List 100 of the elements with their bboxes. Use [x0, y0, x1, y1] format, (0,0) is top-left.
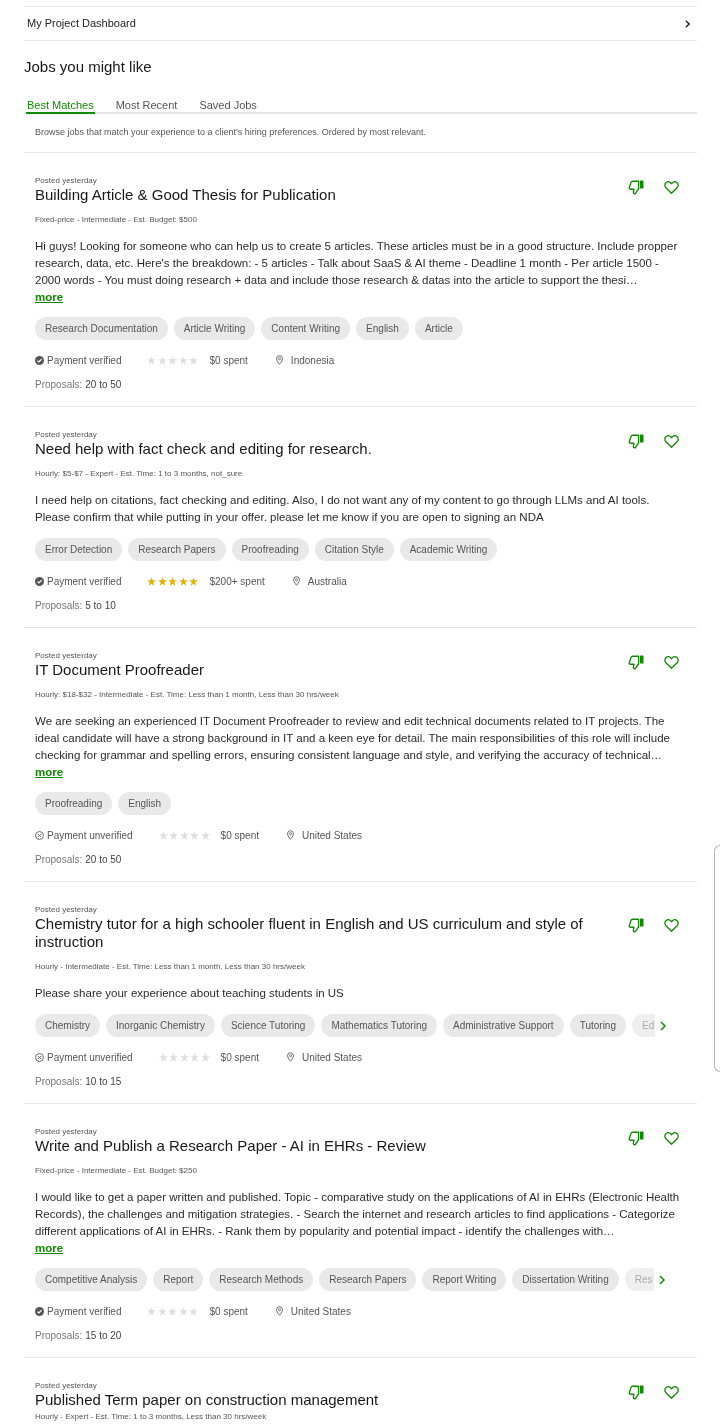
thumbs-down-icon [628, 1130, 644, 1146]
job-details: Fixed-price - Intermediate - Est. Budget: $500 [35, 215, 198, 225]
star-icon [190, 1052, 200, 1062]
posted-time: Posted yesterday [35, 176, 98, 186]
skill-tag[interactable]: Content Writing [261, 317, 351, 340]
job-description: I need help on citations, fact checking and editing. Also, I do not want any of my content to go through LLMs and AI tools. Please confirm that while putting in your offer. please let me know if you are open to signing an NDA [35, 493, 651, 525]
payment-status: Payment verified [47, 574, 122, 589]
skill-tag[interactable]: English [356, 317, 409, 340]
thumbs-down-icon [628, 917, 644, 933]
heart-icon [663, 180, 679, 194]
payment-status: Payment unverified [47, 828, 133, 843]
job-title[interactable]: Need help with fact check and editing for research. [35, 440, 613, 458]
star-icon [189, 576, 199, 586]
more-link[interactable]: more [35, 291, 64, 303]
proposals-label: Proposals: [35, 1075, 83, 1089]
amount-spent: $0 spent [220, 828, 259, 843]
heart-icon [663, 1385, 679, 1399]
skill-tag[interactable]: Chemistry [35, 1014, 100, 1037]
skill-tag[interactable]: Proofreading [35, 792, 113, 815]
skill-tag[interactable]: Inorganic Chemistry [106, 1014, 215, 1037]
skill-tag[interactable]: Mathematics Tutoring [321, 1014, 438, 1037]
amount-spent: $0 spent [209, 1304, 248, 1319]
section-title: Jobs you might like [24, 57, 153, 77]
posted-time: Posted yesterday [35, 1381, 98, 1391]
star-icon [158, 355, 167, 365]
star-icon [158, 1306, 167, 1316]
skill-tag[interactable]: Research Papers [319, 1268, 417, 1291]
client-location: United States [290, 1304, 351, 1319]
heart-icon [663, 1131, 679, 1145]
chevron-right-icon [685, 19, 690, 28]
scroll-handle[interactable] [714, 845, 720, 1072]
skill-tag[interactable]: Science Tutoring [220, 1014, 316, 1037]
skill-tag[interactable]: Article [414, 317, 463, 340]
heart-icon [663, 918, 679, 932]
star-icon [200, 1052, 210, 1062]
skill-tag[interactable]: English [118, 792, 172, 815]
skill-tag[interactable]: Academic Writing [399, 538, 498, 561]
skill-tag[interactable]: Proofreading [231, 538, 309, 561]
skill-tag[interactable]: Competitive Analysis [35, 1268, 148, 1291]
job-title[interactable]: IT Document Proofreader [35, 661, 613, 679]
heart-icon [663, 434, 679, 448]
skill-tag[interactable]: Research Methods [209, 1268, 314, 1291]
dashboard-link[interactable]: My Project Dashboard [24, 6, 697, 41]
job-description: We are seeking an experienced IT Document Proofreader to review and edit technical documents related to IT projects. The ideal candidate will have a strong background in IT and a keen eye for detail. The main responsibilities of this role will include checking for grammar and spelling errors, ensuring consistent language and style, and verifying the accuracy of technical… [35, 714, 671, 763]
location-pin-icon [287, 1052, 294, 1062]
skill-tag[interactable]: Administrative Support [443, 1014, 564, 1037]
proposals-count: 15 to 20 [85, 1329, 122, 1343]
posted-time: Posted yesterday [35, 430, 98, 440]
star-icon [179, 1052, 189, 1062]
proposals-label: Proposals: [35, 378, 83, 392]
star-icon [169, 830, 179, 840]
job-details: Hourly - Expert - Est. Time: 1 to 3 months, Less than 30 hrs/week [35, 1412, 268, 1422]
skill-tag[interactable]: Report Writing [422, 1268, 507, 1291]
chevron-right-icon [658, 1274, 665, 1285]
skill-tag[interactable]: Tutoring [569, 1014, 626, 1037]
star-icon [168, 355, 178, 365]
amount-spent: $0 spent [220, 1050, 259, 1065]
posted-time: Posted yesterday [35, 905, 98, 915]
thumbs-down-icon [628, 433, 644, 449]
job-title[interactable]: Building Article & Good Thesis for Publication [35, 186, 613, 204]
star-icon [200, 830, 210, 840]
job-title[interactable]: Write and Publish a Research Paper - AI in EHRs - Review [35, 1137, 613, 1155]
job-details: Hourly - Intermediate - Est. Time: Less than 1 month, Less than 30 hrs/week [35, 962, 306, 972]
tab[interactable]: Saved Jobs [198, 98, 258, 114]
thumbs-down-icon [628, 654, 644, 670]
star-icon [189, 355, 199, 365]
skill-tag[interactable]: Research Papers [128, 538, 226, 561]
job-title[interactable]: Published Term paper on construction management [35, 1391, 613, 1409]
star-icon [189, 1306, 199, 1316]
skill-tag[interactable]: Citation Style [314, 538, 394, 561]
more-link[interactable]: more [35, 1242, 64, 1254]
job-details: Fixed-price - Intermediate - Est. Budget: $250 [35, 1166, 198, 1176]
job-description: I would like to get a paper written and published. Topic - comparative study on the applications of AI in EHRs (Electronic Health Records), the challenges and mitigation strategies. - Search the internet and research articles to find applications - Categorize different applications of AI in EHRs. - Rank them by popularity and potential impact - identify the challenges with… [35, 1190, 681, 1239]
job-details: Hourly: $5-$7 - Expert - Est. Time: 1 to 3 months, not_sure [35, 469, 244, 479]
tab[interactable]: Most Recent [114, 98, 179, 114]
star-icon [158, 576, 167, 586]
client-location: United States [302, 1050, 363, 1065]
proposals-count: 5 to 10 [85, 599, 116, 613]
job-title[interactable]: Chemistry tutor for a high schooler fluent in English and US curriculum and style of instruction [35, 915, 613, 951]
tab-description: Browse jobs that match your experience to a client's hiring preferences. Ordered by most relevant. [35, 126, 427, 138]
job-description: Hi guys! Looking for someone who can help us to create 5 articles. These articles must be in a good structure. Include propper research, data, etc. Here's the breakdown: - 5 articles - Talk about SaaS & AI theme - Deadline 1 month - Per article 1500 - 2000 words - You must doing research + data and include those research & datas into the article to support the thesi… [35, 239, 679, 288]
proposals-label: Proposals: [35, 599, 83, 613]
location-pin-icon [292, 576, 300, 586]
tab[interactable]: Best Matches [26, 98, 95, 114]
skill-tag[interactable]: Report [153, 1268, 204, 1291]
skill-tag[interactable]: Error Detection [35, 538, 123, 561]
proposals-label: Proposals: [35, 1329, 83, 1343]
job-details: Hourly: $18-$32 - Intermediate - Est. Time: Less than 1 month, Less than 30 hrs/week [35, 690, 340, 700]
star-icon [169, 1052, 179, 1062]
thumbs-down-icon [628, 1384, 644, 1400]
skill-tag[interactable]: Research Documentation [35, 317, 168, 340]
star-icon [179, 830, 189, 840]
proposals-count: 20 to 50 [85, 378, 122, 392]
chevron-right-icon [660, 1020, 667, 1031]
skill-tag[interactable]: Dissertation Writing [512, 1268, 619, 1291]
payment-status: Payment verified [47, 353, 122, 368]
skill-tag[interactable]: Article Writing [173, 317, 256, 340]
more-link[interactable]: more [35, 766, 64, 778]
star-icon [168, 576, 178, 586]
thumbs-down-icon [628, 179, 644, 195]
